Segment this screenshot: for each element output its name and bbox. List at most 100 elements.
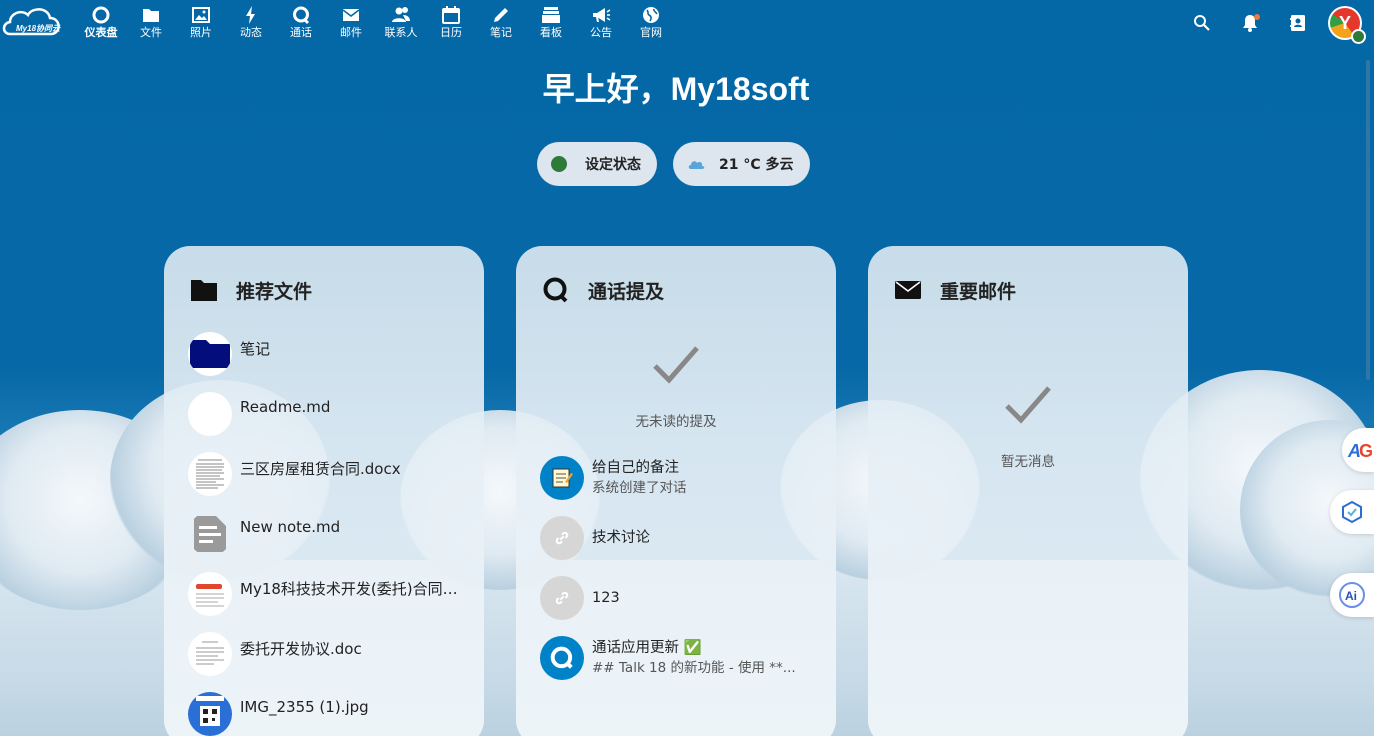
file-name: 笔记	[240, 340, 271, 358]
nav-deck[interactable]: 看板	[526, 5, 576, 41]
nav-label: 通话	[290, 26, 312, 39]
search-icon	[1194, 15, 1210, 31]
image-icon	[192, 7, 210, 23]
file-item[interactable]: New note.md	[188, 512, 484, 572]
file-item[interactable]: 笔记	[188, 332, 484, 392]
file-item[interactable]: IMG_2355 (1).jpg	[188, 692, 484, 736]
user-avatar[interactable]: Y	[1328, 6, 1366, 44]
calendar-icon	[442, 6, 460, 24]
nav-label: 仪表盘	[84, 26, 118, 39]
greeting-title: 早上好，My18soft	[542, 71, 810, 107]
cloud-weather-icon	[688, 161, 705, 169]
nav-dashboard[interactable]: 仪表盘	[76, 5, 126, 41]
ai-button[interactable]: Ai	[1330, 573, 1374, 617]
file-thumb-icon	[188, 392, 232, 436]
image-thumb-icon	[188, 692, 232, 736]
empty-state: 无未读的提及	[516, 344, 836, 430]
file-name: New note.md	[240, 518, 341, 536]
contact-card-icon	[1290, 15, 1305, 31]
nav-talk[interactable]: 通话	[276, 5, 326, 41]
file-item[interactable]: 三区房屋租赁合同.docx	[188, 452, 484, 512]
contacts-menu-button[interactable]	[1274, 6, 1322, 40]
deck-icon	[542, 7, 560, 23]
svg-text:My18协同云: My18协同云	[16, 24, 61, 33]
header-actions: Y	[1178, 6, 1366, 44]
talk-icon	[543, 277, 568, 303]
globe-icon	[643, 7, 659, 23]
nav-label: 日历	[440, 26, 462, 39]
file-name: 委托开发协议.doc	[240, 640, 362, 658]
dashboard-icon	[92, 6, 110, 24]
nav-calendar[interactable]: 日历	[426, 5, 476, 41]
file-item[interactable]: 委托开发协议.doc	[188, 632, 484, 692]
ag-translate-icon: AG	[1347, 441, 1373, 461]
svg-text:Ai: Ai	[1345, 589, 1357, 603]
notification-dot	[1254, 14, 1260, 20]
app-nav: 仪表盘 文件 照片 动态 通话 邮件 联系人 日历 笔记 看板 公告 官网	[76, 5, 676, 41]
nav-photos[interactable]: 照片	[176, 5, 226, 41]
panel-title: 重要邮件	[940, 280, 1017, 303]
conversation-item[interactable]: 给自己的备注 系统创建了对话	[516, 448, 836, 508]
set-status-button[interactable]: 设定状态	[537, 142, 657, 186]
file-name: 三区房屋租赁合同.docx	[240, 460, 401, 478]
notifications-button[interactable]	[1226, 6, 1274, 40]
mail-icon	[895, 281, 921, 299]
megaphone-icon	[593, 8, 611, 22]
nav-label: 照片	[190, 26, 212, 39]
file-name: IMG_2355 (1).jpg	[240, 698, 369, 716]
weather-button[interactable]: 21 °C 多云	[673, 142, 810, 186]
nav-activity[interactable]: 动态	[226, 5, 276, 41]
weather-label: 21 °C 多云	[719, 157, 794, 173]
conversation-item[interactable]: 123	[516, 568, 836, 628]
page-scrollbar[interactable]	[1366, 60, 1370, 380]
assistant-button[interactable]	[1330, 490, 1374, 534]
conversation-title: 123	[592, 590, 620, 606]
talk-avatar-icon	[540, 636, 584, 680]
set-status-label: 设定状态	[585, 157, 641, 173]
checkmark-icon	[1005, 386, 1051, 424]
nav-label: 官网	[640, 26, 662, 39]
conversation-title: 技术讨论	[592, 530, 650, 546]
file-name: My18科技技术开发(委托)合同.docx	[240, 580, 462, 598]
mail-icon	[342, 9, 360, 21]
conversation-subtitle: ## Talk 18 的新功能 - 使用 **...	[592, 660, 796, 676]
nav-mail[interactable]: 邮件	[326, 5, 376, 41]
conversation-list: 给自己的备注 系统创建了对话 技术讨论 123 通话应用更新 ✅ ## Talk…	[516, 448, 836, 688]
app-logo[interactable]: My18协同云	[2, 4, 62, 40]
link-icon	[540, 516, 584, 560]
document-thumb-icon	[188, 632, 232, 676]
user-status-indicator	[1351, 29, 1366, 44]
search-button[interactable]	[1178, 6, 1226, 40]
nav-label: 邮件	[340, 26, 362, 39]
conversation-item[interactable]: 通话应用更新 ✅ ## Talk 18 的新功能 - 使用 **...	[516, 628, 836, 688]
nav-label: 看板	[540, 26, 562, 39]
assistant-icon	[1342, 500, 1362, 524]
nav-label: 文件	[140, 26, 162, 39]
top-bar: My18协同云 仪表盘 文件 照片 动态 通话 邮件 联系人 日历 笔记 看板 …	[0, 0, 1374, 46]
conversation-item[interactable]: 技术讨论	[516, 508, 836, 568]
nav-contacts[interactable]: 联系人	[376, 5, 426, 41]
svg-text:G: G	[1359, 441, 1373, 461]
nav-label: 公告	[590, 26, 612, 39]
panel-important-mail: 重要邮件 暂无消息	[868, 246, 1188, 736]
file-list: 笔记 Readme.md 三区房屋租赁合同.docx New note.md M…	[164, 332, 484, 736]
ai-icon: Ai	[1339, 582, 1365, 608]
nav-announcements[interactable]: 公告	[576, 5, 626, 41]
nav-notes[interactable]: 笔记	[476, 5, 526, 41]
checkmark-icon	[653, 346, 699, 384]
conversation-subtitle: 系统创建了对话	[592, 480, 687, 496]
nav-files[interactable]: 文件	[126, 5, 176, 41]
link-icon	[540, 576, 584, 620]
lightning-icon	[246, 6, 255, 24]
document-thumb-icon	[188, 452, 232, 496]
file-item[interactable]: Readme.md	[188, 392, 484, 452]
note-avatar-icon	[540, 456, 584, 500]
nav-label: 笔记	[490, 26, 512, 39]
folder-icon	[143, 9, 159, 22]
status-online-icon	[551, 156, 567, 172]
status-row: 设定状态 21 °C 多云	[537, 142, 810, 186]
empty-label: 无未读的提及	[635, 414, 717, 430]
folder-thumb-icon	[188, 332, 232, 376]
file-item[interactable]: My18科技技术开发(委托)合同.docx	[188, 572, 484, 632]
nav-website[interactable]: 官网	[626, 5, 676, 41]
